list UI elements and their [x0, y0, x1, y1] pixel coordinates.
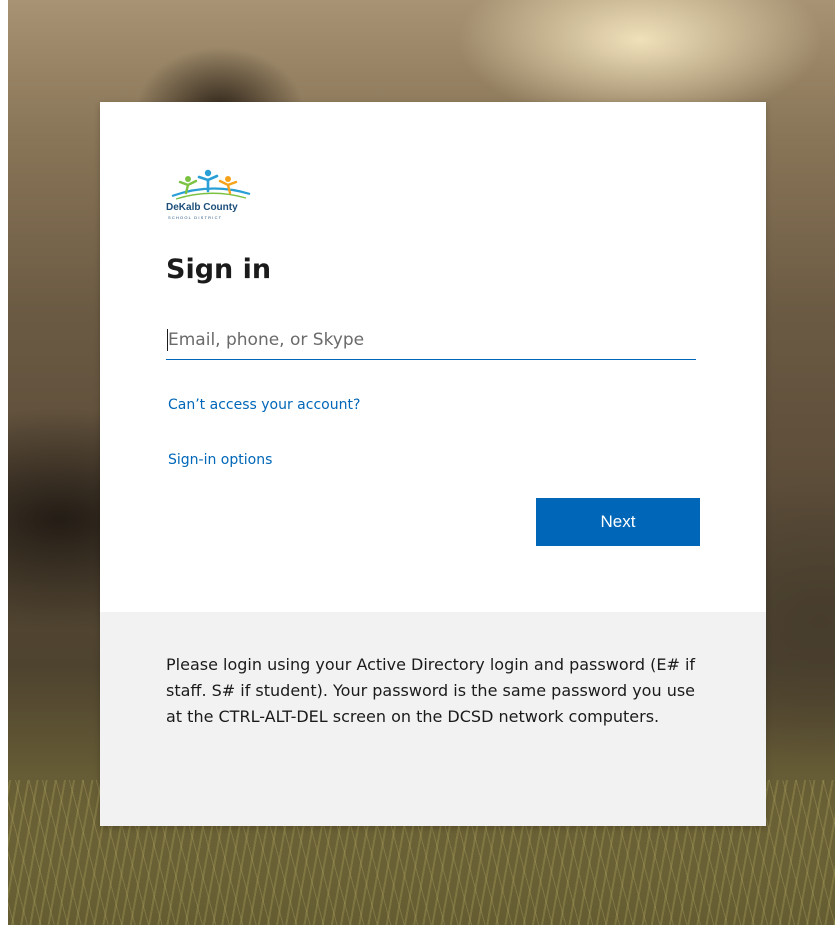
- signin-card: DeKalb County SCHOOL DISTRICT Sign in Ca…: [100, 102, 766, 826]
- email-input[interactable]: [166, 320, 696, 360]
- figures-logo-icon: [171, 169, 251, 200]
- page-title: Sign in: [166, 254, 272, 285]
- signin-options-link[interactable]: Sign-in options: [168, 452, 272, 468]
- text-cursor: [167, 329, 168, 351]
- login-instructions: Please login using your Active Directory…: [166, 655, 696, 726]
- dekalb-logo: DeKalb County SCHOOL DISTRICT: [166, 168, 266, 228]
- signin-form: DeKalb County SCHOOL DISTRICT Sign in Ca…: [100, 102, 766, 612]
- info-footer: Please login using your Active Directory…: [100, 612, 766, 826]
- logo-subtitle: SCHOOL DISTRICT: [168, 215, 223, 220]
- next-button[interactable]: Next: [536, 498, 700, 546]
- cant-access-account-link[interactable]: Can’t access your account?: [168, 397, 360, 413]
- window-edge: [0, 0, 8, 925]
- logo-name: DeKalb County: [166, 202, 238, 213]
